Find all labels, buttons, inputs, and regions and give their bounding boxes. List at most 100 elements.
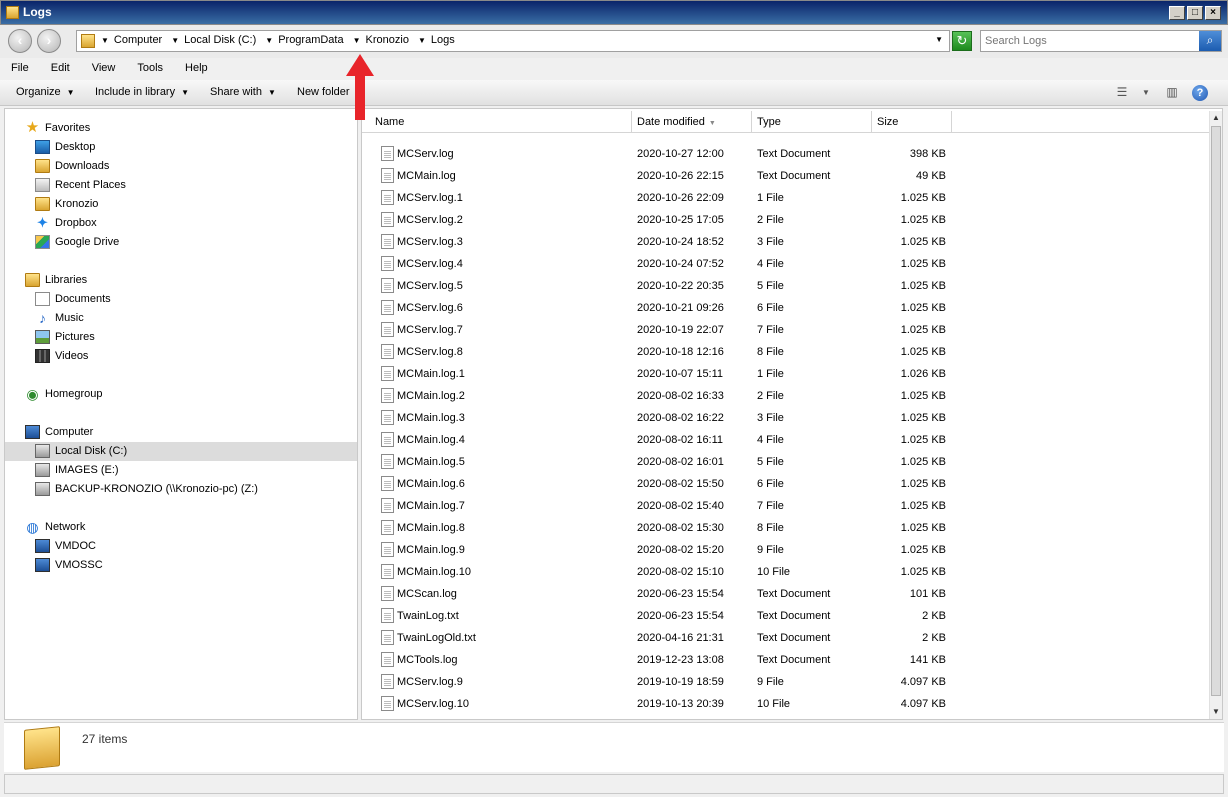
file-row[interactable]: MCServ.log.9 2019-10-19 18:59 9 File 4.097 … xyxy=(362,671,1210,693)
chevron-down-icon[interactable]: ▼ xyxy=(1138,85,1154,101)
file-row[interactable]: MCServ.log.3 2020-10-24 18:52 3 File 1.025 … xyxy=(362,231,1210,253)
annotation-arrow-icon xyxy=(346,54,374,120)
chevron-down-icon[interactable]: ▼ xyxy=(418,34,426,48)
file-row[interactable]: TwainLogOld.txt 2020-04-16 21:31 Text Docu… xyxy=(362,627,1210,649)
nav-item-documents[interactable]: Documents xyxy=(5,290,357,309)
chevron-down-icon[interactable]: ▼ xyxy=(265,34,273,48)
file-row[interactable]: MCMain.log.4 2020-08-02 16:11 4 File 1.025 … xyxy=(362,429,1210,451)
file-row[interactable]: MCServ.log.8 2020-10-18 12:16 8 File 1.025 … xyxy=(362,341,1210,363)
nav-item-videos[interactable]: Videos xyxy=(5,347,357,366)
breadcrumb-kronozio[interactable]: Kronozio xyxy=(366,34,409,48)
scroll-thumb[interactable] xyxy=(1211,126,1221,696)
nav-item-vmdoc[interactable]: VMDOC xyxy=(5,537,357,556)
file-row[interactable]: MCServ.log.2 2020-10-25 17:05 2 File 1.025 … xyxy=(362,209,1210,231)
nav-item-music[interactable]: ♪ Music xyxy=(5,309,357,328)
nav-label: Downloads xyxy=(55,160,110,172)
file-row[interactable]: MCMain.log 2020-10-26 22:15 Text Document 4… xyxy=(362,165,1210,187)
chevron-down-icon[interactable]: ▼ xyxy=(101,34,109,48)
file-size: 141 KB xyxy=(909,654,946,666)
nav-item-images-drive[interactable]: IMAGES (E:) xyxy=(5,461,357,480)
search-button[interactable]: ⌕ xyxy=(1199,31,1221,51)
file-row[interactable]: MCMain.log.6 2020-08-02 15:50 6 File 1.025 … xyxy=(362,473,1210,495)
column-header-type[interactable]: Type xyxy=(752,111,872,133)
nav-label: Pictures xyxy=(55,331,95,343)
breadcrumb-programdata[interactable]: ProgramData xyxy=(278,34,343,48)
scroll-up-icon[interactable]: ▲ xyxy=(1210,111,1222,125)
nav-item-desktop[interactable]: Desktop xyxy=(5,138,357,157)
column-header-size[interactable]: Size xyxy=(872,111,952,133)
forward-button[interactable]: › xyxy=(37,29,61,53)
file-row[interactable]: MCMain.log.7 2020-08-02 15:40 7 File 1.025 … xyxy=(362,495,1210,517)
file-row[interactable]: MCTools.log 2019-12-23 13:08 Text Document… xyxy=(362,649,1210,671)
nav-network[interactable]: ◍ Network xyxy=(5,518,357,537)
nav-computer[interactable]: Computer xyxy=(5,423,357,442)
close-button[interactable]: × xyxy=(1205,6,1221,20)
share-with-button[interactable]: Share with ▼ xyxy=(210,86,276,98)
nav-libraries[interactable]: Libraries xyxy=(5,271,357,290)
menu-help[interactable]: Help xyxy=(174,58,219,80)
menu-tools[interactable]: Tools xyxy=(126,58,174,80)
view-options-icon[interactable]: ☰ xyxy=(1114,85,1130,101)
breadcrumb-logs[interactable]: Logs xyxy=(431,34,455,48)
breadcrumb-computer[interactable]: Computer xyxy=(114,34,162,48)
scroll-down-icon[interactable]: ▼ xyxy=(1210,705,1222,719)
nav-item-pictures[interactable]: Pictures xyxy=(5,328,357,347)
file-row[interactable]: MCServ.log 2020-10-27 12:00 Text Document 3… xyxy=(362,143,1210,165)
organize-button[interactable]: Organize ▼ xyxy=(16,86,75,98)
help-icon[interactable]: ? xyxy=(1192,85,1208,101)
file-row[interactable]: MCServ.log.10 2019-10-13 20:39 10 File 4.09… xyxy=(362,693,1210,715)
file-row[interactable]: MCMain.log.1 2020-10-07 15:11 1 File 1.026 … xyxy=(362,363,1210,385)
chevron-down-icon[interactable]: ▼ xyxy=(353,34,361,48)
nav-favorites[interactable]: ★ Favorites xyxy=(5,119,357,138)
file-row[interactable]: MCMain.log.5 2020-08-02 16:01 5 File 1.025 … xyxy=(362,451,1210,473)
column-header-date-modified[interactable]: Date modified ▼ xyxy=(632,111,752,133)
search-box[interactable]: ⌕ xyxy=(980,30,1222,52)
file-row[interactable]: TwainLog.txt 2020-06-23 15:54 Text Documen… xyxy=(362,605,1210,627)
file-type: 3 File xyxy=(757,412,784,424)
column-header-name[interactable]: Name xyxy=(362,111,632,133)
refresh-button[interactable]: ↻ xyxy=(952,31,972,51)
nav-item-kronozio[interactable]: Kronozio xyxy=(5,195,357,214)
file-row[interactable]: MCServ.log.4 2020-10-24 07:52 4 File 1.025 … xyxy=(362,253,1210,275)
minimize-button[interactable]: _ xyxy=(1169,6,1185,20)
nav-item-google-drive[interactable]: Google Drive xyxy=(5,233,357,252)
file-row[interactable]: MCMain.log.10 2020-08-02 15:10 10 File 1.02… xyxy=(362,561,1210,583)
file-size: 1.025 KB xyxy=(900,302,946,314)
nav-item-vmossc[interactable]: VMOSSC xyxy=(5,556,357,575)
file-row[interactable]: MCServ.log.6 2020-10-21 09:26 6 File 1.025 … xyxy=(362,297,1210,319)
file-type: 5 File xyxy=(757,280,784,292)
back-button[interactable]: ‹ xyxy=(8,29,32,53)
maximize-button[interactable]: □ xyxy=(1187,6,1203,20)
file-row[interactable]: MCServ.log.7 2020-10-19 22:07 7 File 1.025 … xyxy=(362,319,1210,341)
vertical-scrollbar[interactable]: ▲ ▼ xyxy=(1209,111,1222,719)
nav-item-backup-drive[interactable]: BACKUP-KRONOZIO (\\Kronozio-pc) (Z:) xyxy=(5,480,357,499)
nav-item-dropbox[interactable]: ✦ Dropbox xyxy=(5,214,357,233)
file-size: 1.025 KB xyxy=(900,346,946,358)
nav-item-downloads[interactable]: Downloads xyxy=(5,157,357,176)
menu-edit[interactable]: Edit xyxy=(40,58,81,80)
file-row[interactable]: MCScan.log 2020-06-23 15:54 Text Document 1… xyxy=(362,583,1210,605)
file-row[interactable]: MCMain.log.3 2020-08-02 16:22 3 File 1.025 … xyxy=(362,407,1210,429)
chevron-down-icon[interactable]: ▼ xyxy=(171,34,179,48)
breadcrumb-local-disk[interactable]: Local Disk (C:) xyxy=(184,34,256,48)
menu-view[interactable]: View xyxy=(81,58,127,80)
address-bar[interactable]: ▼ Computer ▼ Local Disk (C:) ▼ ProgramDa… xyxy=(76,30,950,52)
nav-item-recent-places[interactable]: Recent Places xyxy=(5,176,357,195)
preview-pane-icon[interactable]: ▥ xyxy=(1164,85,1180,101)
file-row[interactable]: MCServ.log.5 2020-10-22 20:35 5 File 1.025 … xyxy=(362,275,1210,297)
file-name: MCTools.log xyxy=(397,654,458,666)
sort-descending-icon: ▼ xyxy=(708,120,716,127)
include-in-library-button[interactable]: Include in library ▼ xyxy=(95,86,189,98)
nav-homegroup[interactable]: ◉ Homegroup xyxy=(5,385,357,404)
file-row[interactable]: MCServ.log.1 2020-10-26 22:09 1 File 1.025 … xyxy=(362,187,1210,209)
nav-item-local-disk[interactable]: Local Disk (C:) xyxy=(5,442,357,461)
file-row[interactable]: MCMain.log.2 2020-08-02 16:33 2 File 1.025 … xyxy=(362,385,1210,407)
new-folder-button[interactable]: New folder xyxy=(297,86,350,98)
search-input[interactable] xyxy=(985,34,1195,48)
file-row[interactable]: MCMain.log.9 2020-08-02 15:20 9 File 1.025 … xyxy=(362,539,1210,561)
downloads-folder-icon xyxy=(35,159,50,173)
menu-file[interactable]: File xyxy=(0,58,40,80)
address-history-dropdown-icon[interactable]: ▼ xyxy=(935,35,943,44)
file-size: 101 KB xyxy=(909,588,946,600)
file-row[interactable]: MCMain.log.8 2020-08-02 15:30 8 File 1.025 … xyxy=(362,517,1210,539)
